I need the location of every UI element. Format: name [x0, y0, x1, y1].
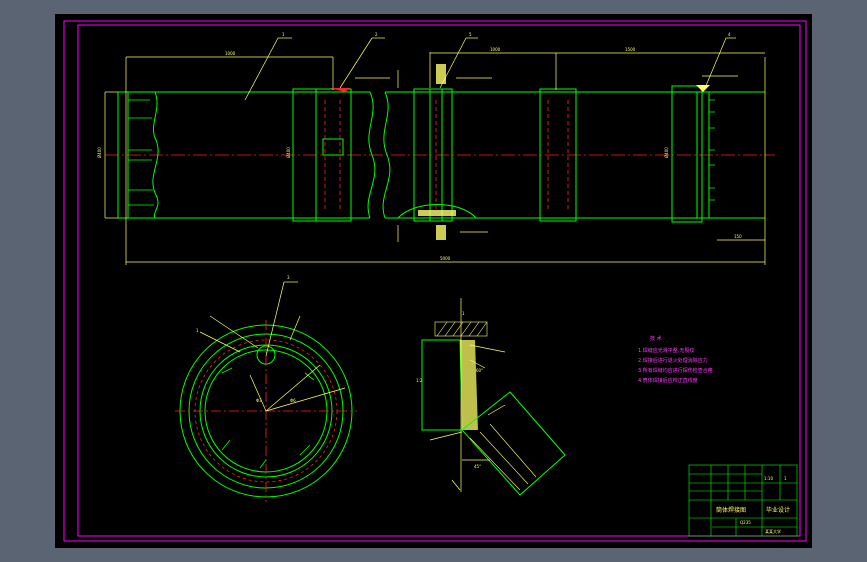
section-label-a: Φ3: [256, 398, 262, 403]
detail-weld-wedge: [460, 340, 478, 430]
title-project: 毕业设计: [766, 506, 790, 514]
title-school: 某某大学: [765, 528, 781, 534]
section-label-b: Φ6: [290, 398, 296, 403]
weld-symbol-3: [436, 225, 446, 240]
dim-seg-c: 1500: [625, 47, 636, 52]
detail-label-angle-b: 45°: [474, 464, 481, 469]
drawing-canvas[interactable]: 1 2 5 4 1000 1000 1500 5000 150 Ø400 Ø40…: [0, 0, 867, 562]
dim-dia-left: Ø400: [97, 147, 102, 158]
dim-seg-b: 1000: [490, 47, 501, 52]
dim-seg-a: 1000: [225, 51, 236, 56]
paper-background: [55, 14, 812, 548]
notes-line-2: 2.焊接后进行退火处理消除应力: [638, 357, 708, 364]
dim-dia-right: Ø400: [664, 147, 669, 158]
detail-label-scale: 1:2: [416, 378, 423, 383]
weld-symbol-2: [436, 64, 446, 84]
dim-dia-mid: Ø400: [286, 147, 291, 158]
dim-overall: 5000: [440, 256, 451, 261]
detail-label-angle-a: 60°: [476, 368, 483, 373]
title-drawing-name: 筒体焊接图: [716, 506, 746, 514]
notes-line-3: 3.所有焊缝均应进行探伤检查合格: [638, 367, 713, 374]
notes-title: 技 术: [650, 335, 662, 342]
title-scale: 1:10: [764, 476, 773, 481]
cad-viewport[interactable]: 1 2 5 4 1000 1000 1500 5000 150 Ø400 Ø40…: [0, 0, 867, 562]
notes-line-1: 1.焊缝应光滑平整,无裂纹: [638, 347, 694, 354]
notes-line-4: 4.筒体焊接后应校正直线度: [638, 377, 698, 384]
title-material: Q235: [740, 520, 751, 525]
dim-end: 150: [734, 234, 742, 239]
weld-bead-hatch: [418, 210, 456, 216]
